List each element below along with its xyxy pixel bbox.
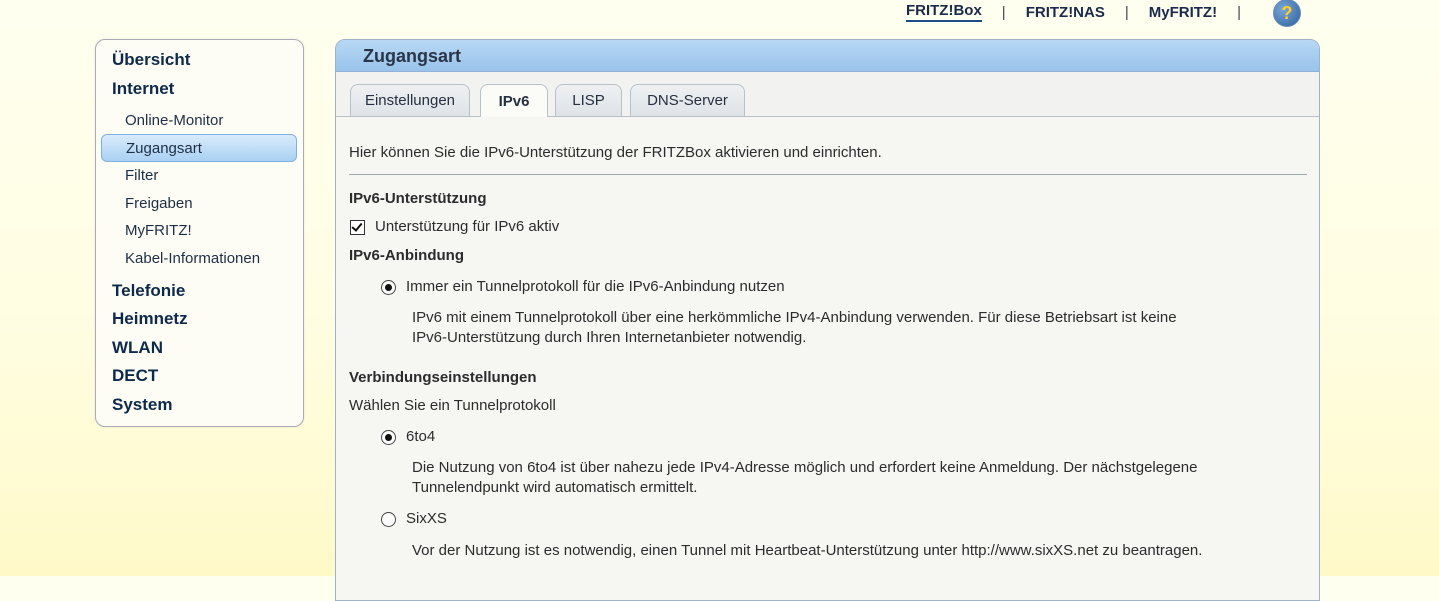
sidebar-item-freigaben[interactable]: Freigaben — [125, 195, 193, 212]
sidebar-item-telefonie[interactable]: Telefonie — [112, 281, 185, 301]
topnav-fritznas-link[interactable]: FRITZ!NAS — [1026, 4, 1105, 21]
sidebar-item-myfritz[interactable]: MyFRITZ! — [125, 222, 192, 239]
protocol-6to4-label[interactable]: 6to4 — [406, 428, 435, 445]
page-title: Zugangsart — [363, 46, 462, 66]
protocol-6to4-description-line2: Tunnelendpunkt wird automatisch ermittel… — [412, 479, 698, 496]
protocol-sixxs-label[interactable]: SixXS — [406, 510, 447, 527]
tab-ipv6[interactable]: IPv6 — [480, 84, 548, 117]
sidebar-item-system[interactable]: System — [112, 395, 172, 415]
sidebar-item-zugangsart[interactable]: Zugangsart — [126, 140, 202, 157]
sidebar-item-uebersicht[interactable]: Übersicht — [112, 50, 190, 70]
connection-settings-subtext: Wählen Sie ein Tunnelprotokoll — [349, 397, 556, 414]
tab-dns-server[interactable]: DNS-Server — [630, 84, 745, 116]
main-panel: Zugangsart Einstellungen IPv6 LISP DNS-S… — [335, 39, 1320, 601]
topnav-fritzbox-link[interactable]: FRITZ!Box — [905, 2, 982, 22]
sidebar-item-kabel-informationen[interactable]: Kabel-Informationen — [125, 250, 260, 267]
ipv6-support-checkbox-label[interactable]: Unterstützung für IPv6 aktiv — [375, 218, 559, 235]
topnav-separator: | — [1001, 3, 1006, 21]
binding-description-line2: IPv6-Unterstützung durch Ihren Interneta… — [412, 329, 807, 346]
divider — [349, 174, 1307, 175]
panel-header — [336, 40, 1319, 72]
tab-bar: Einstellungen IPv6 LISP DNS-Server — [336, 72, 1319, 117]
protocol-6to4-description-line1: Die Nutzung von 6to4 ist über nahezu jed… — [412, 459, 1198, 476]
intro-text: Hier können Sie die IPv6-Unterstützung d… — [349, 144, 882, 161]
help-icon-glyph: ? — [1281, 2, 1293, 23]
protocol-sixxs-radio[interactable] — [381, 512, 396, 527]
tab-lisp[interactable]: LISP — [555, 84, 622, 116]
tab-einstellungen[interactable]: Einstellungen — [350, 84, 470, 116]
topnav-separator: | — [1237, 3, 1241, 21]
topnav-separator: | — [1124, 3, 1129, 21]
sidebar-item-dect[interactable]: DECT — [112, 366, 158, 386]
sidebar-item-online-monitor[interactable]: Online-Monitor — [125, 112, 223, 129]
protocol-sixxs-description: Vor der Nutzung ist es notwendig, einen … — [412, 542, 1203, 559]
top-navigation: FRITZ!Box | FRITZ!NAS | MyFRITZ! | — [905, 0, 1261, 24]
binding-tunnel-radio[interactable] — [381, 280, 396, 295]
sidebar-item-internet[interactable]: Internet — [112, 79, 174, 99]
ipv6-binding-heading: IPv6-Anbindung — [349, 247, 464, 264]
protocol-6to4-radio[interactable] — [381, 430, 396, 445]
sidebar-menu: Übersicht Internet Online-Monitor Zugang… — [95, 39, 304, 427]
topnav-myfritz-link[interactable]: MyFRITZ! — [1149, 4, 1217, 21]
sidebar-item-heimnetz[interactable]: Heimnetz — [112, 309, 188, 329]
sidebar-item-wlan[interactable]: WLAN — [112, 338, 163, 358]
binding-tunnel-label[interactable]: Immer ein Tunnelprotokoll für die IPv6-A… — [406, 278, 785, 295]
ipv6-support-heading: IPv6-Unterstützung — [349, 190, 487, 207]
sidebar-item-filter[interactable]: Filter — [125, 167, 158, 184]
binding-description-line1: IPv6 mit einem Tunnelprotokoll über eine… — [412, 309, 1177, 326]
help-icon[interactable]: ? — [1273, 0, 1301, 27]
connection-settings-heading: Verbindungseinstellungen — [349, 369, 537, 386]
ipv6-support-checkbox[interactable] — [350, 220, 365, 235]
